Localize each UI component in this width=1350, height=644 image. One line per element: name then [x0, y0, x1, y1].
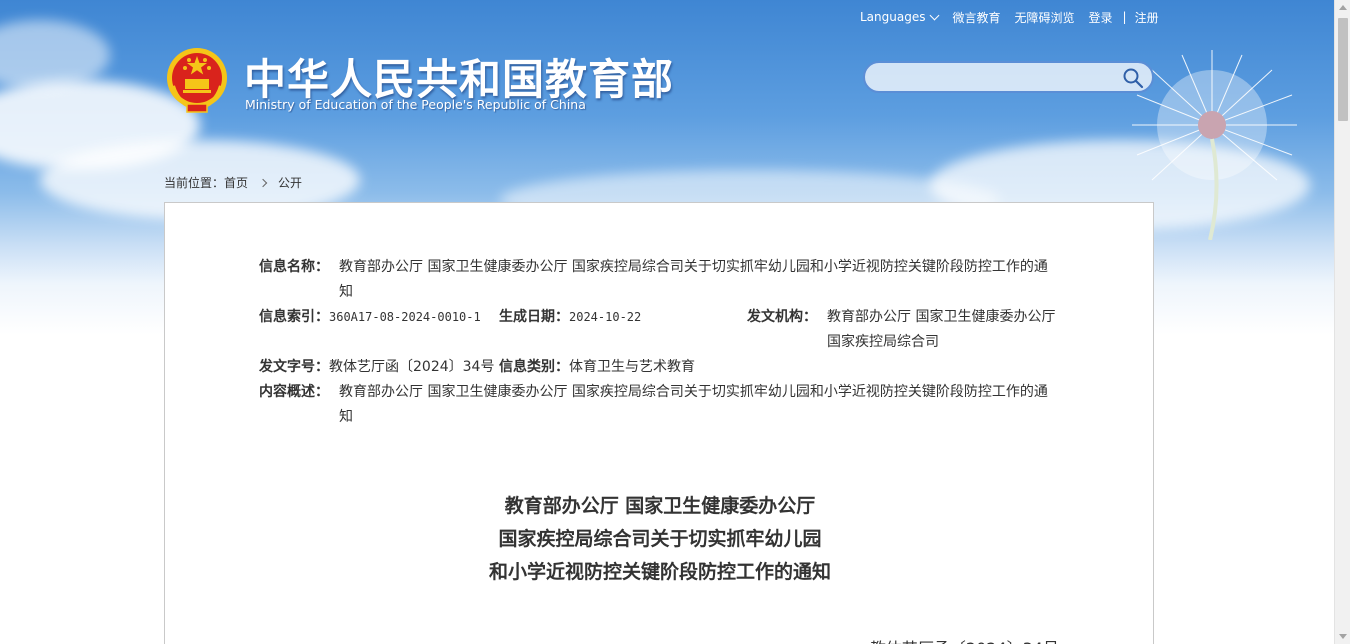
info-date-row: 生成日期：2024-10-22 [499, 305, 641, 330]
search-input[interactable] [877, 67, 1117, 87]
info-docno-row: 发文字号：教体艺厅函〔2024〕34号 [259, 355, 494, 380]
info-summary-row: 内容概述： [259, 380, 329, 405]
info-docno-value: 教体艺厅函〔2024〕34号 [329, 359, 495, 375]
info-index-label: 信息索引： [259, 309, 329, 325]
info-issuer-value-line2: 国家疾控局综合司 [827, 334, 939, 350]
breadcrumb-home-link[interactable]: 首页 [224, 174, 248, 191]
document-number: 教体艺厅函〔2024〕34号 [870, 635, 1059, 644]
national-emblem-icon[interactable] [165, 46, 229, 114]
info-name-row: 信息名称： [259, 255, 329, 280]
info-issuer-value: 教育部办公厅 国家卫生健康委办公厅 国家疾控局综合司 [827, 305, 1055, 355]
languages-label: Languages [860, 10, 926, 24]
scroll-down-arrow-icon[interactable] [1339, 634, 1347, 639]
languages-dropdown[interactable]: Languages [860, 10, 940, 24]
info-issuer-value-line1: 教育部办公厅 国家卫生健康委办公厅 [827, 309, 1056, 325]
info-name-value-line1: 教育部办公厅 国家卫生健康委办公厅 国家疾控局综合司关于切实抓牢幼儿园和小学近视… [339, 259, 1048, 275]
breadcrumb: 当前位置： 首页 公开 [164, 174, 302, 191]
site-subtitle: Ministry of Education of the People's Re… [245, 97, 586, 112]
document-title-line1: 教育部办公厅 国家卫生健康委办公厅 [504, 495, 816, 517]
content-panel: 信息名称： 教育部办公厅 国家卫生健康委办公厅 国家疾控局综合司关于切实抓牢幼儿… [164, 202, 1154, 644]
info-category-value: 体育卫生与艺术教育 [569, 359, 695, 375]
info-category-label: 信息类别： [499, 359, 569, 375]
chevron-down-icon [930, 10, 940, 20]
info-issuer-label: 发文机构： [747, 309, 817, 325]
breadcrumb-current-link[interactable]: 公开 [278, 174, 302, 191]
top-links-bar: Languages 微言教育 无障碍浏览 登录 | 注册 [860, 8, 1159, 26]
search-icon[interactable] [1122, 67, 1144, 89]
info-summary-label: 内容概述： [259, 384, 329, 400]
info-name-value-line2: 知 [339, 284, 353, 300]
info-summary-value-line2: 知 [339, 409, 353, 425]
document-title: 教育部办公厅 国家卫生健康委办公厅 国家疾控局综合司关于切实抓牢幼儿园 和小学近… [165, 490, 1155, 589]
login-link[interactable]: 登录 [1089, 9, 1113, 26]
info-index-value: 360A17-08-2024-0010-1 [329, 310, 481, 324]
info-index-row: 信息索引：360A17-08-2024-0010-1 [259, 305, 481, 330]
register-link[interactable]: 注册 [1135, 9, 1159, 26]
weiyan-link[interactable]: 微言教育 [952, 9, 1000, 26]
info-issuer-row: 发文机构： [747, 305, 817, 330]
info-summary-value: 教育部办公厅 国家卫生健康委办公厅 国家疾控局综合司关于切实抓牢幼儿园和小学近视… [339, 380, 1069, 430]
breadcrumb-prefix: 当前位置： [164, 176, 225, 190]
info-name-value: 教育部办公厅 国家卫生健康委办公厅 国家疾控局综合司关于切实抓牢幼儿园和小学近视… [339, 255, 1069, 305]
link-separator: | [1122, 10, 1127, 24]
info-summary-value-line1: 教育部办公厅 国家卫生健康委办公厅 国家疾控局综合司关于切实抓牢幼儿园和小学近视… [339, 384, 1048, 400]
chevron-right-icon [258, 178, 268, 187]
accessibility-link[interactable]: 无障碍浏览 [1015, 9, 1075, 26]
search-box [863, 61, 1154, 93]
scrollbar-thumb[interactable] [1338, 18, 1348, 121]
info-docno-label: 发文字号： [259, 359, 329, 375]
scroll-up-arrow-icon[interactable] [1339, 5, 1347, 10]
info-date-value: 2024-10-22 [569, 310, 642, 324]
info-date-label: 生成日期： [499, 309, 569, 325]
info-category-row: 信息类别：体育卫生与艺术教育 [499, 355, 695, 380]
document-title-line3: 和小学近视防控关键阶段防控工作的通知 [488, 561, 831, 583]
page-scrollbar[interactable] [1334, 0, 1350, 644]
info-name-label: 信息名称： [259, 259, 329, 275]
document-title-line2: 国家疾控局综合司关于切实抓牢幼儿园 [498, 528, 822, 550]
